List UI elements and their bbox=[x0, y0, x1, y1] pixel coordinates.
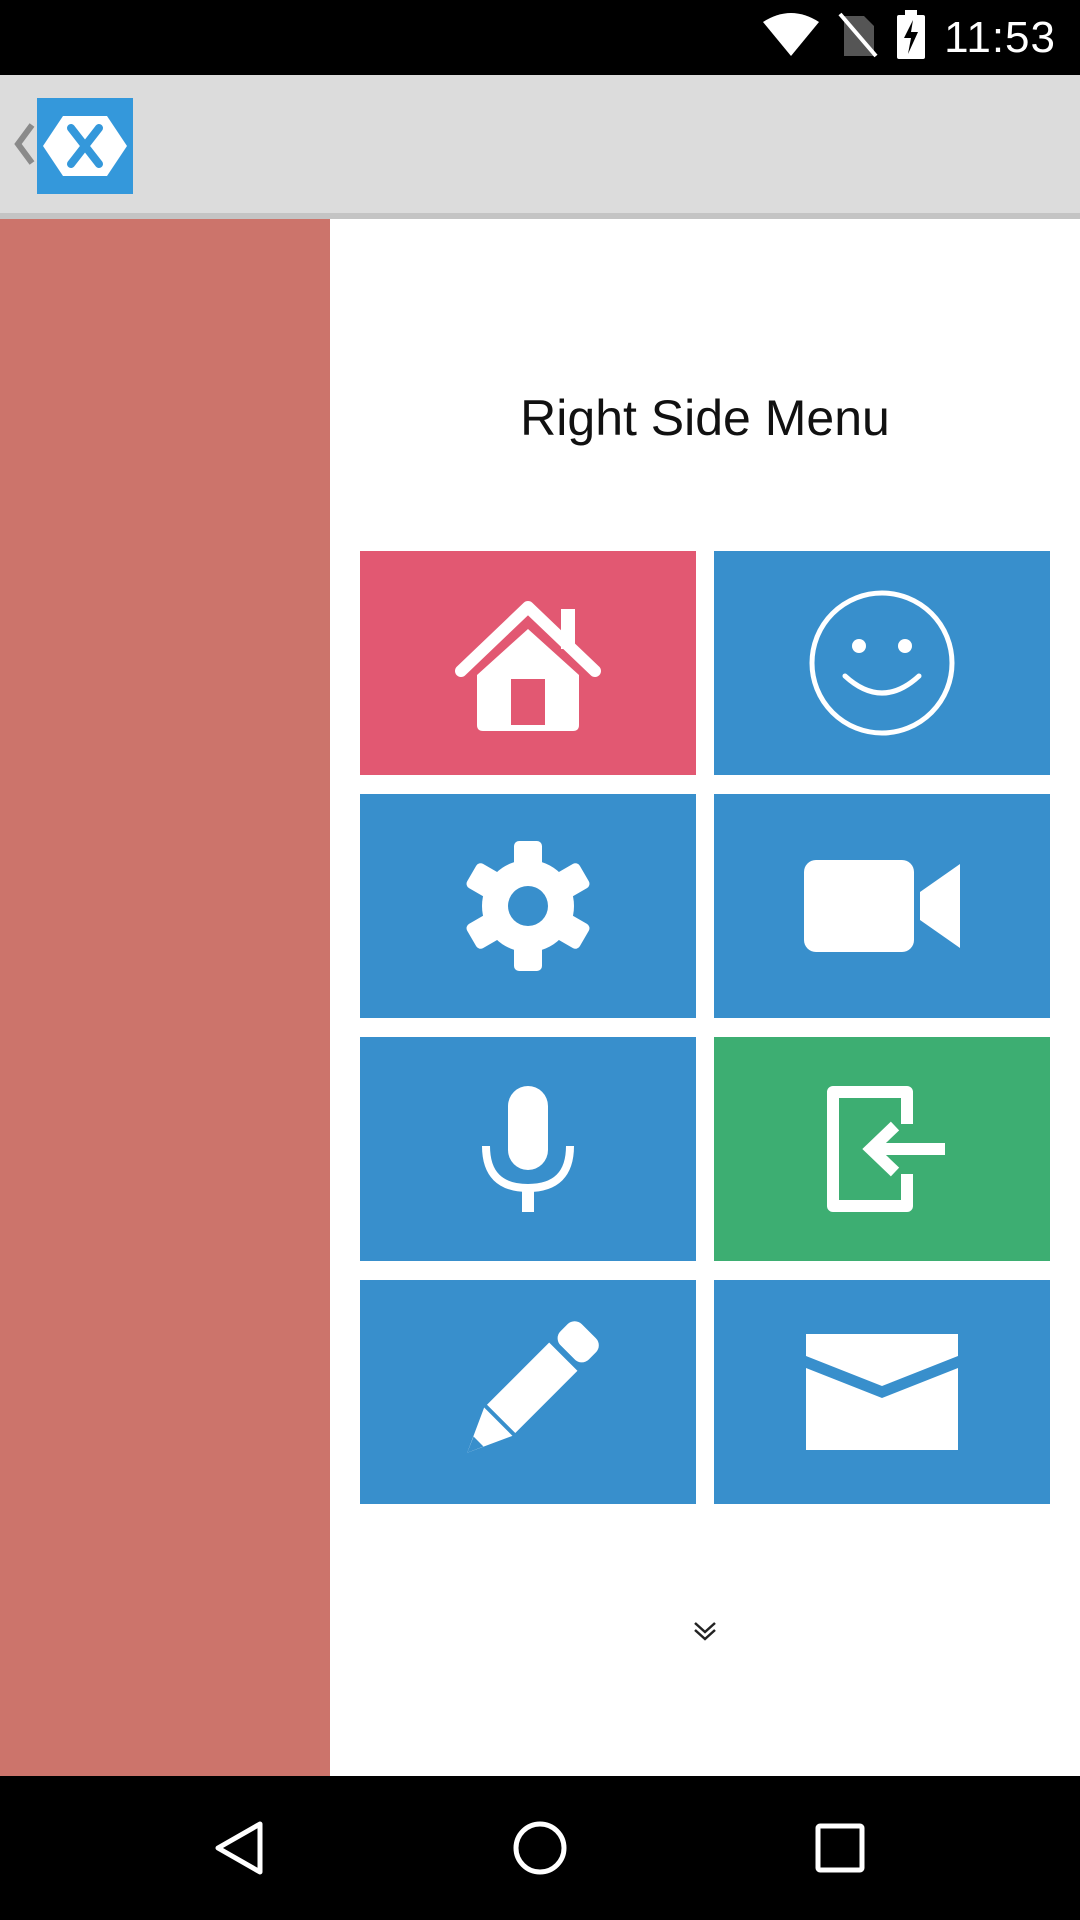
home-icon bbox=[453, 593, 603, 733]
status-icons: 11:53 bbox=[762, 0, 1056, 75]
xamarin-logo-icon[interactable] bbox=[37, 98, 133, 194]
wifi-icon bbox=[762, 12, 820, 63]
home-tile[interactable] bbox=[360, 551, 696, 775]
chevron-left-icon[interactable] bbox=[10, 119, 38, 169]
gear-icon bbox=[463, 841, 593, 971]
sign-in-tile[interactable] bbox=[714, 1037, 1050, 1261]
settings-tile[interactable] bbox=[360, 794, 696, 1018]
content-area: Right Side Menu bbox=[0, 219, 1080, 1776]
envelope-icon bbox=[806, 1334, 958, 1450]
app-screen: 11:53 Right Side Menu bbox=[0, 0, 1080, 1920]
back-triangle-icon[interactable] bbox=[190, 1798, 290, 1898]
video-camera-icon bbox=[804, 860, 960, 952]
microphone-tile[interactable] bbox=[360, 1037, 696, 1261]
no-sim-icon bbox=[838, 12, 878, 63]
video-tile[interactable] bbox=[714, 794, 1050, 1018]
left-panel[interactable] bbox=[0, 219, 330, 1776]
right-side-menu: Right Side Menu bbox=[330, 219, 1080, 1776]
smiley-tile[interactable] bbox=[714, 551, 1050, 775]
navigation-bar bbox=[0, 1776, 1080, 1920]
double-chevron-down-icon[interactable] bbox=[691, 1619, 719, 1643]
microphone-icon bbox=[478, 1084, 578, 1214]
recents-square-icon[interactable] bbox=[790, 1798, 890, 1898]
mail-tile[interactable] bbox=[714, 1280, 1050, 1504]
sign-in-icon bbox=[817, 1084, 947, 1214]
menu-title: Right Side Menu bbox=[520, 390, 890, 446]
home-circle-icon[interactable] bbox=[490, 1798, 590, 1898]
toolbar bbox=[0, 75, 1080, 219]
smiley-icon bbox=[807, 588, 957, 738]
pencil-icon bbox=[448, 1312, 608, 1472]
battery-charging-icon bbox=[896, 10, 926, 65]
status-time: 11:53 bbox=[944, 12, 1056, 62]
status-bar: 11:53 bbox=[0, 0, 1080, 75]
edit-tile[interactable] bbox=[360, 1280, 696, 1504]
